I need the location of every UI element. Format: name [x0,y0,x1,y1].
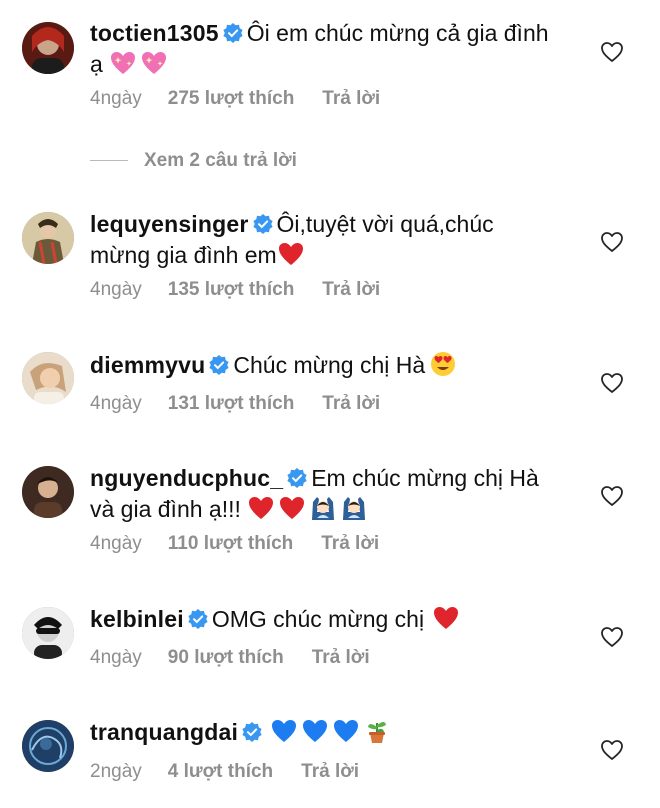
comment-time: 4ngày [90,393,142,414]
potted-plant-emoji [363,717,391,745]
comment-username[interactable]: nguyenducphuc_ [90,465,283,491]
like-heart-icon[interactable] [600,625,624,649]
comment-meta: 2ngày 4 lượt thích Trả lời [90,761,359,783]
avatar[interactable] [22,466,74,518]
raising-hands-person-emoji [309,494,337,522]
comment-username[interactable]: toctien1305 [90,20,219,46]
comment-meta: 4ngày 90 lượt thích Trả lời [90,647,370,669]
comment-text: OMG chúc mừng chị [211,606,425,632]
comment-body: lequyensinger Ôi,tuyệt vời quá,chúc mừng … [90,209,560,271]
comment-username[interactable]: lequyensinger [90,211,249,237]
reply-button[interactable]: Trả lời [301,761,359,783]
comment-username[interactable]: kelbinlei [90,606,184,632]
comment-likes[interactable]: 135 lượt thích [168,279,295,301]
comment-likes[interactable]: 110 lượt thích [168,533,293,555]
like-heart-icon[interactable] [600,230,624,254]
red-heart-emoji [277,240,305,268]
comment-likes[interactable]: 4 lượt thích [168,761,273,783]
comment-username[interactable]: tranquangdai [90,719,238,745]
like-heart-icon[interactable] [600,738,624,762]
comment-meta: 4ngày 135 lượt thích Trả lời [90,279,380,301]
raising-hands-person-emoji [340,494,368,522]
comment-body: kelbinlei OMG chúc mừng chị [90,604,560,635]
comment-meta: 4ngày 131 lượt thích Trả lời [90,393,380,415]
divider [90,160,128,162]
sparkling-heart-emoji [109,49,137,77]
heart-eyes-emoji [429,350,457,378]
reply-button[interactable]: Trả lời [322,279,380,301]
reply-button[interactable]: Trả lời [312,647,370,669]
blue-heart-emoji [332,717,360,745]
view-replies-label: Xem 2 câu trả lời [144,150,297,171]
verified-badge-icon [209,355,229,375]
comment-username[interactable]: diemmyvu [90,352,205,378]
reply-button[interactable]: Trả lời [322,393,380,415]
avatar[interactable] [22,720,74,772]
avatar[interactable] [22,22,74,74]
comment-body: toctien1305 Ôi em chúc mừng cả gia đình ạ [90,18,560,80]
comment-text: Chúc mừng chị Hà [233,352,426,378]
like-heart-icon[interactable] [600,40,624,64]
avatar[interactable] [22,212,74,264]
like-heart-icon[interactable] [600,371,624,395]
comment-time: 4ngày [90,279,142,300]
red-heart-emoji [278,494,306,522]
comment-meta: 4ngày 110 lượt thích Trả lời [90,533,379,555]
verified-badge-icon [223,23,243,43]
comment-likes[interactable]: 275 lượt thích [168,88,295,110]
comment-time: 4ngày [90,88,142,109]
verified-badge-icon [242,722,262,742]
comment-likes[interactable]: 131 lượt thích [168,393,295,415]
sparkling-heart-emoji [140,49,168,77]
comment-meta: 4ngày 275 lượt thích Trả lời [90,88,380,110]
reply-button[interactable]: Trả lời [321,533,379,555]
verified-badge-icon [287,468,307,488]
comment-body: tranquangdai [90,717,560,748]
verified-badge-icon [188,609,208,629]
comment-time: 4ngày [90,647,142,668]
comment-time: 2ngày [90,761,142,782]
red-heart-emoji [247,494,275,522]
like-heart-icon[interactable] [600,484,624,508]
comment-time: 4ngày [90,533,142,554]
avatar[interactable] [22,607,74,659]
red-heart-emoji [432,604,460,632]
reply-button[interactable]: Trả lời [322,88,380,110]
comment-likes[interactable]: 90 lượt thích [168,647,284,669]
comment-body: diemmyvu Chúc mừng chị Hà [90,350,560,381]
blue-heart-emoji [301,717,329,745]
verified-badge-icon [252,214,273,234]
avatar[interactable] [22,352,74,404]
view-replies-button[interactable]: Xem 2 câu trả lời [90,150,297,172]
blue-heart-emoji [270,717,298,745]
comment-body: nguyenducphuc_ Em chúc mừng chị Hà và gia… [90,463,560,525]
